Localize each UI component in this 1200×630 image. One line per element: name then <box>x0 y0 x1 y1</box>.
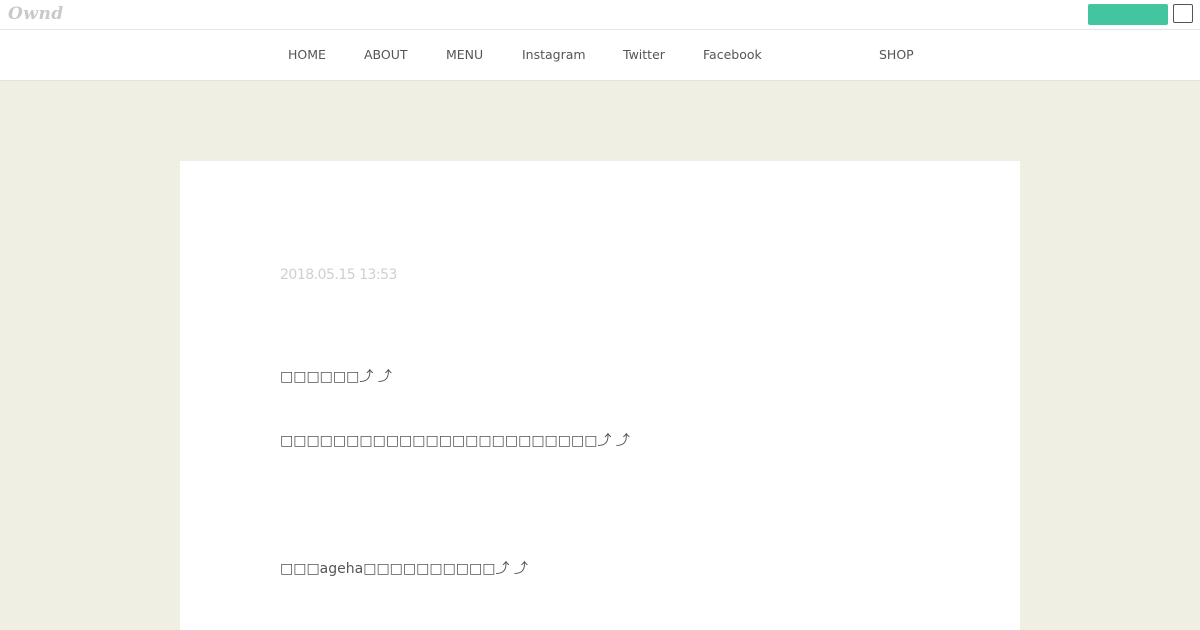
nav-item-facebook[interactable]: Facebook <box>703 47 762 62</box>
menu-toggle-button[interactable] <box>1173 4 1193 23</box>
nav-item-about[interactable]: ABOUT <box>364 47 408 62</box>
post-date: 2018.05.15 13:53 <box>280 267 397 283</box>
nav-item-home[interactable]: HOME <box>288 47 326 62</box>
nav-item-menu[interactable]: MENU <box>446 47 483 62</box>
primary-action-button[interactable] <box>1088 4 1168 25</box>
nav-item-instagram[interactable]: Instagram <box>522 47 586 62</box>
post-paragraph-1: □□□□□□⤴ ⤴ <box>280 369 392 385</box>
ownd-logo[interactable]: Ownd <box>8 4 64 24</box>
post-paragraph-2: □□□□□□□□□□□□□□□□□□□□□□□□⤴ ⤴ <box>280 433 630 449</box>
top-bar: Ownd <box>0 0 1200 30</box>
post-paragraph-3: □□□ageha□□□□□□□□□□⤴ ⤴ <box>280 561 528 577</box>
main-navigation: HOME ABOUT MENU Instagram Twitter Facebo… <box>0 30 1200 81</box>
nav-item-twitter[interactable]: Twitter <box>623 47 665 62</box>
blog-post-card: 2018.05.15 13:53 □□□□□□⤴ ⤴ □□□□□□□□□□□□□… <box>180 161 1020 630</box>
nav-item-shop[interactable]: SHOP <box>879 47 914 62</box>
